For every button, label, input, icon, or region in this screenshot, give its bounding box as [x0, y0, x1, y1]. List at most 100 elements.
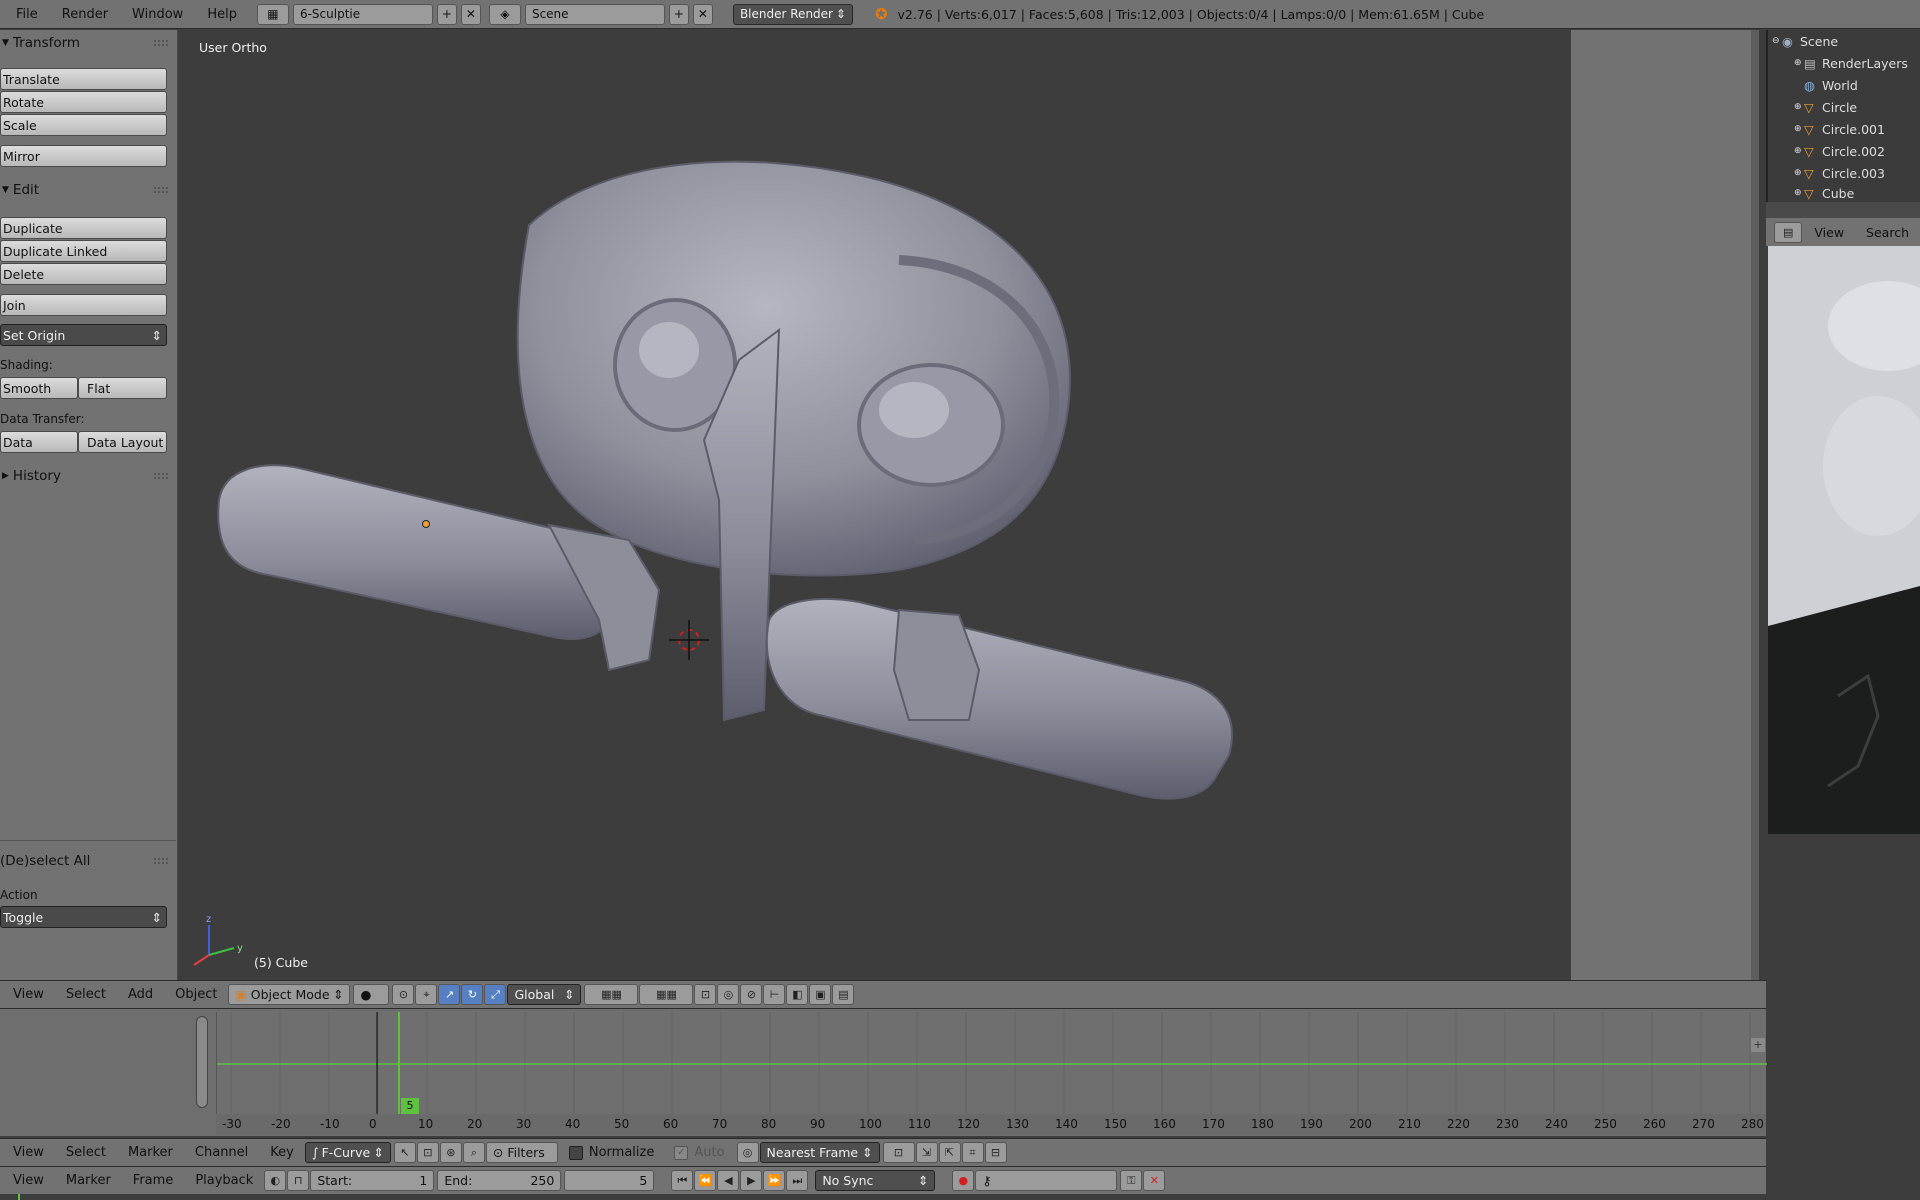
end-frame-field[interactable]: End: 250: [437, 1170, 562, 1191]
add-layout-icon[interactable]: +: [436, 3, 457, 25]
graph-menu-view[interactable]: View: [2, 1145, 55, 1160]
timeline-menu-frame[interactable]: Frame: [122, 1173, 185, 1188]
render-engine-select[interactable]: Blender Render ⇕: [732, 3, 853, 25]
start-frame-field[interactable]: Start: 1: [310, 1170, 435, 1191]
viewport-shading-select[interactable]: ●: [353, 984, 390, 1005]
pivot-center-icon[interactable]: ⊡: [882, 1142, 915, 1163]
snap-toggle-icon[interactable]: ⊘: [740, 984, 763, 1005]
edit-panel-header[interactable]: ▼ Edit: [0, 179, 176, 201]
only-selected-icon[interactable]: ↖: [393, 1142, 416, 1163]
menu-window[interactable]: Window: [122, 7, 193, 22]
expand-icon[interactable]: ⊕: [1794, 146, 1804, 156]
expand-icon[interactable]: ⊕: [1794, 168, 1804, 178]
transform-orientation-select[interactable]: Global ⇕: [507, 984, 582, 1005]
3d-cursor-icon[interactable]: [669, 620, 709, 660]
graph-menu-key[interactable]: Key: [259, 1145, 305, 1160]
menu-add[interactable]: Add: [117, 987, 164, 1002]
pivot-point-icon[interactable]: ⊙: [392, 984, 415, 1005]
preview-range-icon[interactable]: ◐: [264, 1170, 287, 1191]
menu-select[interactable]: Select: [55, 987, 117, 1002]
menu-render[interactable]: Render: [52, 7, 118, 22]
timeline-menu-marker[interactable]: Marker: [55, 1173, 122, 1188]
delete-button[interactable]: Delete: [0, 263, 167, 285]
image-menu-search[interactable]: Search: [1855, 225, 1920, 240]
graph-mode-select[interactable]: ∫ F-Curve ⇕: [304, 1142, 391, 1163]
sculpt-model[interactable]: z y: [179, 30, 1571, 980]
graph-menu-channel[interactable]: Channel: [184, 1145, 259, 1160]
auto-checkbox[interactable]: ✓: [674, 1145, 689, 1160]
opengl-render-icon[interactable]: ◧: [786, 984, 809, 1005]
scene-icon[interactable]: ◈: [488, 3, 521, 25]
data-button[interactable]: Data: [0, 431, 78, 453]
outliner-item-cube[interactable]: ⊕ ▽ Cube: [1768, 184, 1920, 202]
layers-grid-2-icon[interactable]: ▦▦: [639, 984, 694, 1005]
screen-layout-icon[interactable]: ▦: [256, 3, 289, 25]
join-button[interactable]: Join: [0, 294, 167, 316]
screen-layout-field[interactable]: 6-Sculptie: [292, 3, 433, 25]
show-hidden-icon[interactable]: ⊡: [416, 1142, 439, 1163]
3d-viewport[interactable]: User Ortho z y (5) Cube: [179, 30, 1571, 980]
region-scrollbar[interactable]: [1751, 30, 1759, 980]
transform-panel-header[interactable]: ▼ Transform: [0, 32, 176, 54]
flat-button[interactable]: Flat: [78, 377, 167, 399]
play-reverse-icon[interactable]: ◀: [717, 1170, 740, 1191]
translate-button[interactable]: Translate: [0, 68, 167, 90]
add-scene-icon[interactable]: +: [668, 3, 689, 25]
operator-action-select[interactable]: Toggle ⇕: [0, 906, 167, 928]
mirror-button[interactable]: Mirror: [0, 145, 167, 167]
translate-manipulator-icon[interactable]: ↗: [438, 984, 461, 1005]
expand-icon[interactable]: ⊕: [1794, 102, 1804, 112]
current-frame-field[interactable]: 5: [564, 1170, 655, 1191]
remove-layout-icon[interactable]: ✕: [460, 3, 481, 25]
ghost-curves-icon[interactable]: ⌗: [961, 1142, 984, 1163]
lock-range-icon[interactable]: ⊓: [287, 1170, 310, 1191]
graph-area[interactable]: 5 +: [216, 1012, 1767, 1114]
sync-select[interactable]: No Sync ⇕: [815, 1170, 936, 1191]
object-origin-dot[interactable]: [422, 520, 430, 528]
editor-type-icon[interactable]: ▤: [1774, 221, 1803, 243]
delete-keyframe-icon[interactable]: ✕: [1143, 1170, 1166, 1191]
scale-manipulator-icon[interactable]: ⤢: [484, 984, 507, 1005]
drag-grip-icon[interactable]: [154, 473, 168, 479]
menu-view[interactable]: View: [2, 987, 55, 1002]
render-image-icon[interactable]: ▣: [809, 984, 832, 1005]
image-menu-view[interactable]: View: [1803, 225, 1855, 240]
outliner-scrollbar[interactable]: [1766, 202, 1920, 218]
insert-keyframe-icon[interactable]: ⚿: [1120, 1170, 1143, 1191]
paste-keys-icon[interactable]: ⇱: [938, 1142, 961, 1163]
rotate-manipulator-icon[interactable]: ↻: [461, 984, 484, 1005]
filters-button[interactable]: ⊙ Filters: [485, 1142, 558, 1163]
expand-icon[interactable]: ⊕: [1794, 188, 1804, 198]
outliner-item-world[interactable]: ◍ World: [1768, 74, 1920, 96]
graph-menu-marker[interactable]: Marker: [117, 1145, 184, 1160]
drag-grip-icon[interactable]: [154, 858, 168, 864]
menu-file[interactable]: File: [6, 7, 48, 22]
outliner-item-circle-003[interactable]: ⊕ ▽ Circle.003: [1768, 162, 1920, 184]
operator-panel-header[interactable]: (De)select All: [0, 850, 176, 872]
expand-icon[interactable]: ⊕: [1794, 58, 1804, 68]
layers-grid-icon[interactable]: ▦▦: [584, 984, 639, 1005]
timeline-menu-playback[interactable]: Playback: [184, 1173, 264, 1188]
outliner-item-circle-002[interactable]: ⊕ ▽ Circle.002: [1768, 140, 1920, 162]
drag-grip-icon[interactable]: [154, 40, 168, 46]
remove-scene-icon[interactable]: ✕: [692, 3, 713, 25]
jump-end-icon[interactable]: ⏭: [786, 1170, 809, 1191]
pivot-icon[interactable]: ◎: [736, 1142, 759, 1163]
keying-set-field[interactable]: ⚷: [975, 1170, 1118, 1191]
timeline-menu-view[interactable]: View: [2, 1173, 55, 1188]
scene-field[interactable]: Scene: [524, 3, 665, 25]
jump-keyframe-forward-icon[interactable]: ⏩: [763, 1170, 786, 1191]
menu-help[interactable]: Help: [197, 7, 247, 22]
data-layout-button[interactable]: Data Layout: [78, 431, 167, 453]
expand-icon[interactable]: ⊕: [1794, 124, 1804, 134]
search-icon[interactable]: ⌕: [462, 1142, 485, 1163]
outliner-item-circle-001[interactable]: ⊕ ▽ Circle.001: [1768, 118, 1920, 140]
play-icon[interactable]: ▶: [740, 1170, 763, 1191]
current-frame-badge[interactable]: 5: [401, 1098, 419, 1114]
graph-menu-select[interactable]: Select: [55, 1145, 117, 1160]
snap-element-icon[interactable]: ⊢: [763, 984, 786, 1005]
outliner-item-renderlayers[interactable]: ⊕ ▤ RenderLayers: [1768, 52, 1920, 74]
lock-camera-icon[interactable]: ⊡: [694, 984, 717, 1005]
region-toggle-icon[interactable]: +: [1751, 1038, 1765, 1052]
render-animation-icon[interactable]: ▤: [832, 984, 855, 1005]
